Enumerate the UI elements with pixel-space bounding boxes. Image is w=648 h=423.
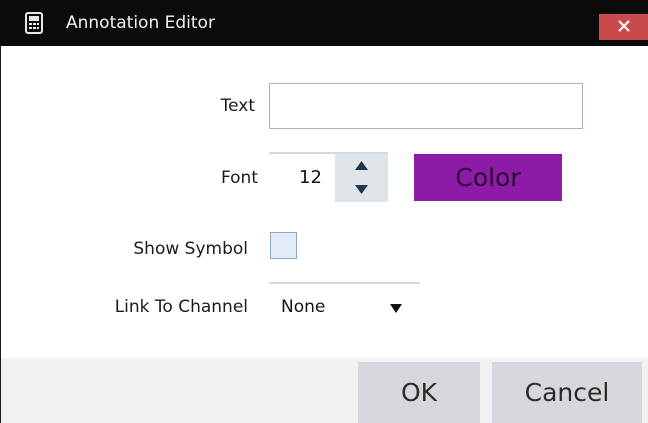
show-symbol-label: Show Symbol	[133, 239, 248, 259]
annotation-editor-dialog: Annotation Editor Text Font 12 Color Sho…	[0, 0, 648, 423]
font-label: Font	[220, 168, 258, 188]
close-icon	[618, 20, 630, 32]
color-button[interactable]: Color	[414, 154, 562, 201]
text-label: Text	[220, 96, 255, 116]
font-size-increase-button[interactable]	[335, 152, 388, 177]
title-bar[interactable]: Annotation Editor	[0, 0, 648, 46]
chevron-down-icon	[390, 304, 402, 313]
link-to-channel-label: Link To Channel	[114, 297, 248, 317]
window-title: Annotation Editor	[66, 13, 215, 33]
cancel-button[interactable]: Cancel	[492, 362, 642, 423]
link-to-channel-value: None	[281, 297, 326, 317]
link-to-channel-select[interactable]: None	[269, 282, 420, 330]
calculator-icon	[25, 12, 45, 34]
triangle-up-icon	[355, 161, 368, 170]
triangle-down-icon	[355, 185, 368, 194]
font-size-field[interactable]: 12	[269, 152, 335, 202]
font-size-decrease-button[interactable]	[335, 177, 388, 202]
text-input[interactable]	[269, 83, 583, 129]
show-symbol-checkbox[interactable]	[270, 232, 297, 259]
ok-button[interactable]: OK	[358, 362, 480, 423]
close-button[interactable]	[599, 14, 648, 40]
